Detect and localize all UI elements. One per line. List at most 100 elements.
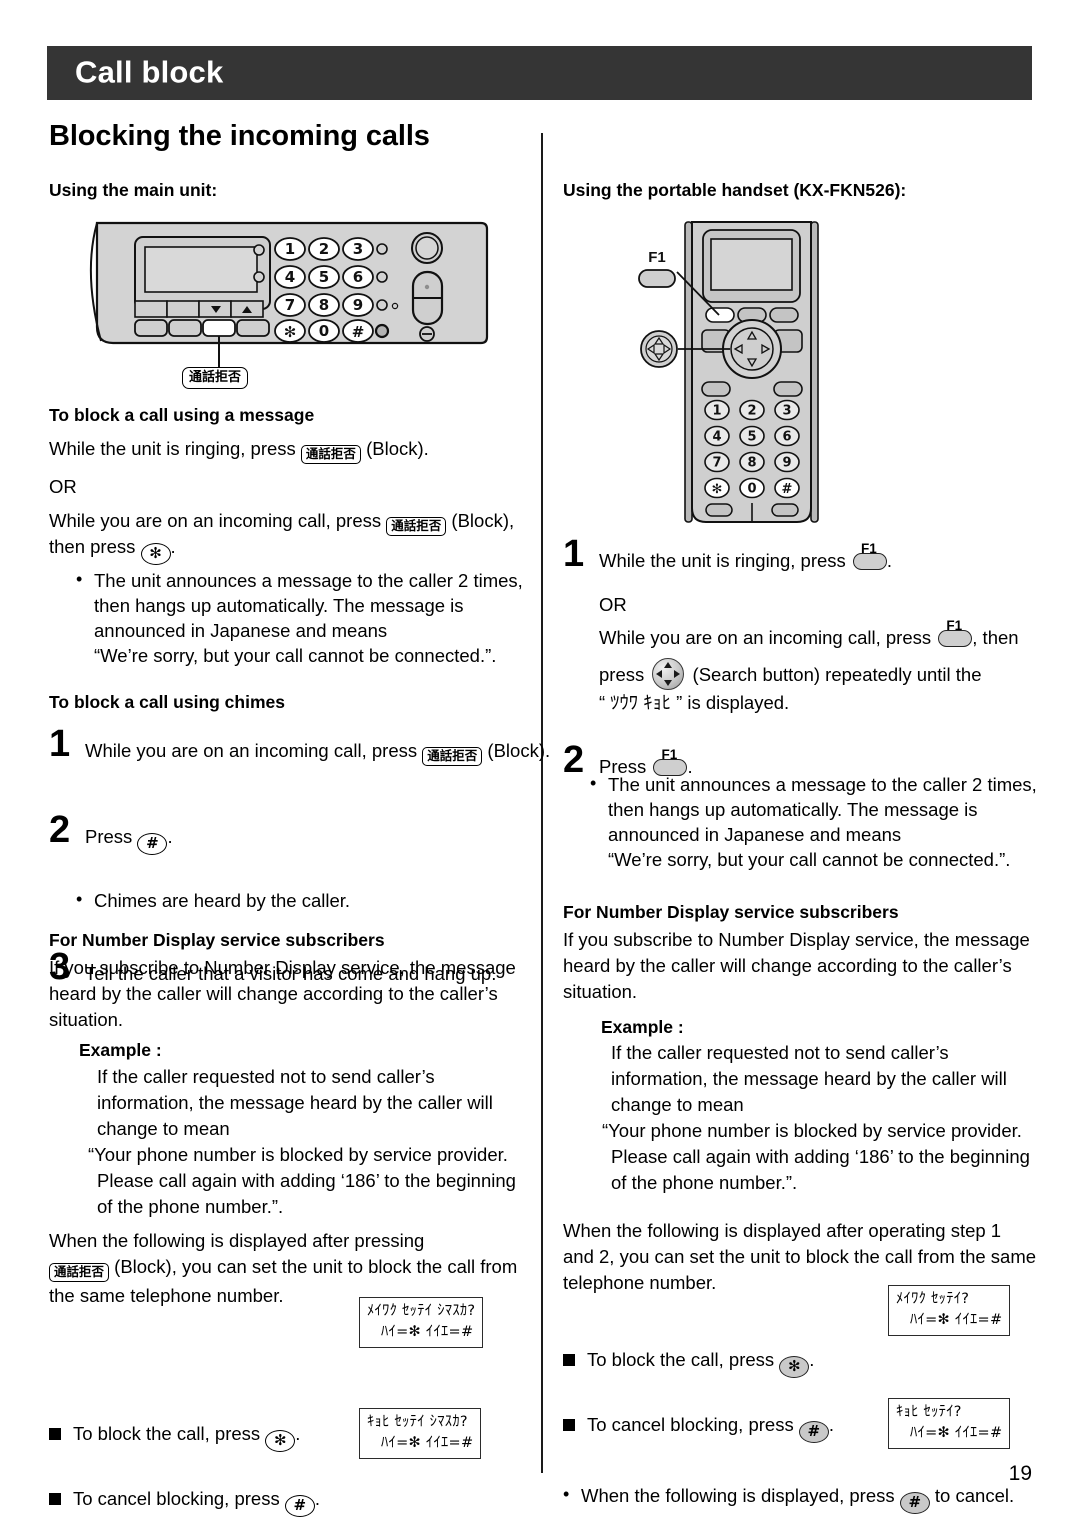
bullet-line: “We’re sorry, but your call cannot be co… xyxy=(94,645,497,666)
block-message-line2-cont: then press ✻. xyxy=(49,534,176,565)
chimes-step-1: 1 While you are on an incoming call, pre… xyxy=(49,725,585,767)
svg-text:1: 1 xyxy=(712,404,721,419)
svg-text:3: 3 xyxy=(353,240,363,258)
star-key-icon: ✻ xyxy=(265,1430,296,1452)
bullet-line: The unit announces a message to the call… xyxy=(590,771,1060,797)
lcd-display-meiwaku-left: ﾒｲﾜｸ ｾｯﾃｲ ｼﾏｽｶ? ﾊｲ=✻ ｲｲｴ=# xyxy=(359,1297,484,1348)
intro-line: When the following is displayed after op… xyxy=(563,1220,1002,1241)
svg-text:5: 5 xyxy=(319,268,329,286)
step-number: 2 xyxy=(49,809,71,851)
block-key-icon: 通話拒否 xyxy=(300,445,361,464)
block-message-line2: While you are on an incoming call, press… xyxy=(49,508,549,537)
or-text-b: , then xyxy=(972,627,1019,648)
bullet-line: announced in Japanese and means xyxy=(94,620,388,641)
example-line: change to mean xyxy=(97,1118,230,1139)
chimes-step2-bullet: Chimes are heard by the caller. xyxy=(76,887,554,913)
step-text: While the unit is ringing, press F1. xyxy=(599,541,892,571)
hash-key-icon: # xyxy=(137,833,168,855)
f1-key-cap xyxy=(852,553,887,570)
lcd-line-1: ﾒｲﾜｸ ｾｯﾃｲ? xyxy=(896,1291,970,1307)
example-line: information, the message heard by the ca… xyxy=(97,1092,493,1113)
number-display-heading-right: For Number Display service subscribers xyxy=(563,902,899,922)
lcd-display-kyohi-right: ｷｮﾋ ｾｯﾃｲ? ﾊｲ=✻ ｲｲｴ=# xyxy=(888,1398,1011,1449)
step-number: 2 xyxy=(563,739,585,781)
intro-line: When the following is displayed after pr… xyxy=(49,1230,425,1251)
block-message-bullet: The unit announces a message to the call… xyxy=(76,567,546,668)
example-body-right: If the caller requested not to send call… xyxy=(611,1040,1080,1118)
quote-line: Please call again with adding ‘186’ to t… xyxy=(611,1146,1030,1167)
quote-line: of the phone number.”. xyxy=(97,1196,284,1217)
example-label-left: Example : xyxy=(79,1040,162,1060)
quote-line: “Your phone number is blocked by service… xyxy=(602,1120,1022,1141)
manual-page: Call block Blocking the incoming calls U… xyxy=(0,0,1080,1527)
svg-text:5: 5 xyxy=(747,430,756,445)
or-text-c: press xyxy=(599,664,650,685)
block-key-callout: 通話拒否 xyxy=(182,367,249,389)
item-text-a: To cancel blocking, press xyxy=(587,1414,799,1435)
step-text: While you are on an incoming call, press… xyxy=(85,740,551,766)
block-message-line2-b: (Block), xyxy=(446,510,515,531)
block-message-line1-a: While the unit is ringing, press xyxy=(49,438,301,459)
svg-text:✻: ✻ xyxy=(284,323,297,341)
bullet-line: The unit announces a message to the call… xyxy=(76,567,546,593)
step-text-b: (Block). xyxy=(482,740,551,761)
block-message-line1: While the unit is ringing, press 通話拒否 (B… xyxy=(49,436,549,465)
svg-text:✻: ✻ xyxy=(712,482,723,497)
block-message-line2-c: then press xyxy=(49,536,141,557)
example-quote-right: “Your phone number is blocked by service… xyxy=(602,1118,1080,1196)
svg-text:8: 8 xyxy=(319,296,329,314)
intro-line: heard by the caller will change accordin… xyxy=(49,983,498,1004)
number-display-intro-left: If you subscribe to Number Display servi… xyxy=(49,955,549,1033)
or-text-a: While you are on an incoming call, press xyxy=(599,627,937,648)
lcd-line-2: ﾊｲ=✻ ｲｲｴ=# xyxy=(910,1312,1003,1328)
svg-text:6: 6 xyxy=(782,430,791,445)
same-number-item-cancel-left: To cancel blocking, press #. xyxy=(49,1484,403,1517)
lcd-line-1: ｷｮﾋ ｾｯﾃｲ? xyxy=(896,1404,962,1420)
hash-key-icon: # xyxy=(899,1492,930,1514)
number-display-intro-right: If you subscribe to Number Display servi… xyxy=(563,927,1053,1005)
f1-key-cap xyxy=(938,630,973,647)
lcd-line-1: ｷｮﾋ ｾｯﾃｲ ｼﾏｽｶ? xyxy=(367,1414,468,1430)
navigator-search-icon xyxy=(652,658,685,690)
lcd-line-1: ﾒｲﾜｸ ｾｯﾃｲ ｼﾏｽｶ? xyxy=(367,1303,476,1319)
bullet-line: then hangs up automatically. The message… xyxy=(608,799,978,820)
intro-line: heard by the caller will change accordin… xyxy=(563,955,1012,976)
bullet-text-b: to cancel. xyxy=(929,1485,1015,1506)
main-unit-illustration: 1 2 3 4 5 6 7 8 9 ✻ 0 # 通話拒否 xyxy=(89,215,489,400)
intro-line: If you subscribe to Number Display servi… xyxy=(49,957,516,978)
intro-line: If you subscribe to Number Display servi… xyxy=(563,929,1030,950)
star-key-icon: ✻ xyxy=(779,1356,810,1378)
step-text-a: While you are on an incoming call, press xyxy=(85,740,423,761)
quote-line: Please call again with adding ‘186’ to t… xyxy=(97,1170,516,1191)
chimes-step-2: 2 Press #. xyxy=(49,811,585,855)
svg-text:2: 2 xyxy=(747,404,756,419)
example-line: If the caller requested not to send call… xyxy=(97,1066,435,1087)
page-number: 19 xyxy=(1008,1462,1032,1485)
intro-line: situation. xyxy=(563,981,638,1002)
step-text: Press #. xyxy=(85,826,173,855)
block-message-line2-a: While you are on an incoming call, press xyxy=(49,510,387,531)
block-with-chimes-heading: To block a call using chimes xyxy=(49,692,285,712)
intro-line: and 2, you can set the unit to block the… xyxy=(563,1246,1037,1267)
block-key-icon: 通話拒否 xyxy=(422,747,483,766)
svg-text:0: 0 xyxy=(319,322,329,340)
or-text-d: (Search button) repeatedly until the xyxy=(687,664,982,685)
quote-line: of the phone number.”. xyxy=(611,1172,798,1193)
right-column-heading: Using the portable handset (KX-FKN526): xyxy=(563,180,907,200)
step-text-a: While the unit is ringing, press xyxy=(599,550,851,571)
block-with-message-heading: To block a call using a message xyxy=(49,405,315,425)
svg-text:6: 6 xyxy=(353,268,363,286)
block-message-line2-d: . xyxy=(170,536,176,557)
step-text-b: . xyxy=(167,826,173,847)
same-number-bullet-right: When the following is displayed, press #… xyxy=(563,1482,1076,1514)
item-text-b: . xyxy=(314,1488,320,1509)
block-message-or: OR xyxy=(49,476,77,497)
svg-text:#: # xyxy=(352,323,365,341)
svg-text:F1: F1 xyxy=(648,249,666,266)
block-key-icon: 通話拒否 xyxy=(49,1263,110,1282)
svg-text:0: 0 xyxy=(747,482,756,497)
step-number: 1 xyxy=(49,723,71,765)
example-label-right: Example : xyxy=(601,1017,684,1037)
example-line: If the caller requested not to send call… xyxy=(611,1042,949,1063)
hash-key-icon: # xyxy=(798,1421,829,1443)
